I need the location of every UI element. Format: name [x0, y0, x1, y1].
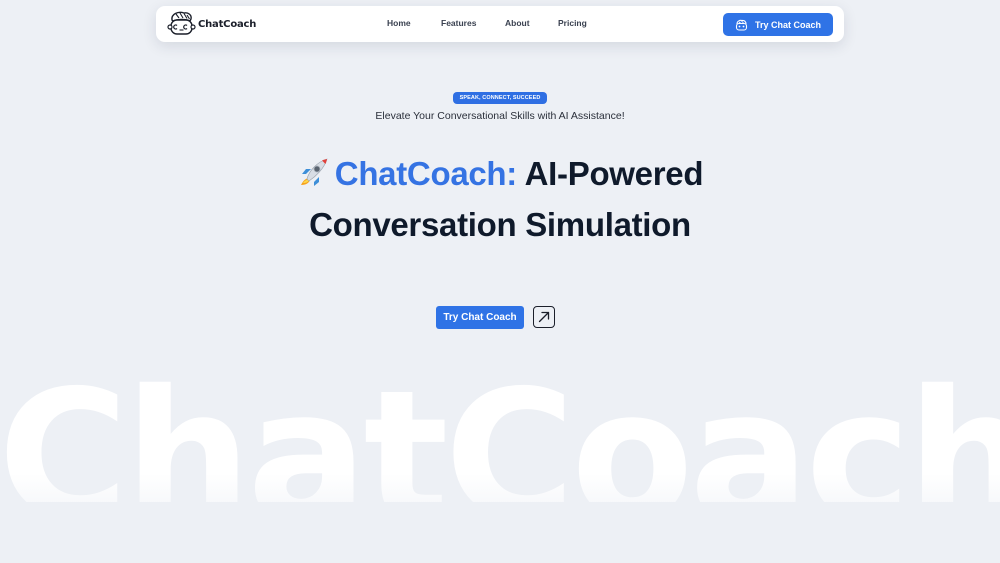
- nav-link-home[interactable]: Home: [387, 18, 411, 28]
- tagline-badge: SPEAK, CONNECT, SUCCEED: [453, 92, 547, 104]
- watermark-container: ChatCoach: [0, 378, 1000, 502]
- try-chat-coach-nav-button[interactable]: Try Chat Coach: [723, 13, 833, 36]
- open-link-button[interactable]: [533, 306, 555, 328]
- landing-page: ChatCoach Home Features About Pricing Tr…: [0, 0, 1000, 563]
- brand-link[interactable]: ChatCoach: [166, 10, 256, 38]
- navbar: ChatCoach Home Features About Pricing Tr…: [156, 6, 844, 42]
- nav-link-pricing[interactable]: Pricing: [558, 18, 587, 28]
- nav-button-label: Try Chat Coach: [754, 19, 821, 30]
- arrow-up-right-icon: [538, 311, 550, 323]
- try-chat-coach-hero-button[interactable]: Try Chat Coach: [436, 306, 524, 329]
- chat-robot-icon: [735, 19, 748, 31]
- headline-line1-rest: AI-Powered: [524, 155, 704, 192]
- hero-subtitle: Elevate Your Conversational Skills with …: [375, 110, 625, 122]
- headline-accent: ChatCoach:: [334, 155, 517, 192]
- cartoon-face-logo-icon: [167, 11, 196, 35]
- rocket-icon: [300, 158, 328, 186]
- headline-line2: Conversation Simulation: [309, 206, 691, 243]
- brand-name: ChatCoach: [198, 18, 257, 30]
- nav-link-features[interactable]: Features: [441, 18, 476, 28]
- nav-link-about[interactable]: About: [505, 18, 530, 28]
- hero-headline: ChatCoach: AI-Powered Conversation Simul…: [0, 148, 1000, 250]
- brand-watermark: ChatCoach: [0, 378, 1000, 502]
